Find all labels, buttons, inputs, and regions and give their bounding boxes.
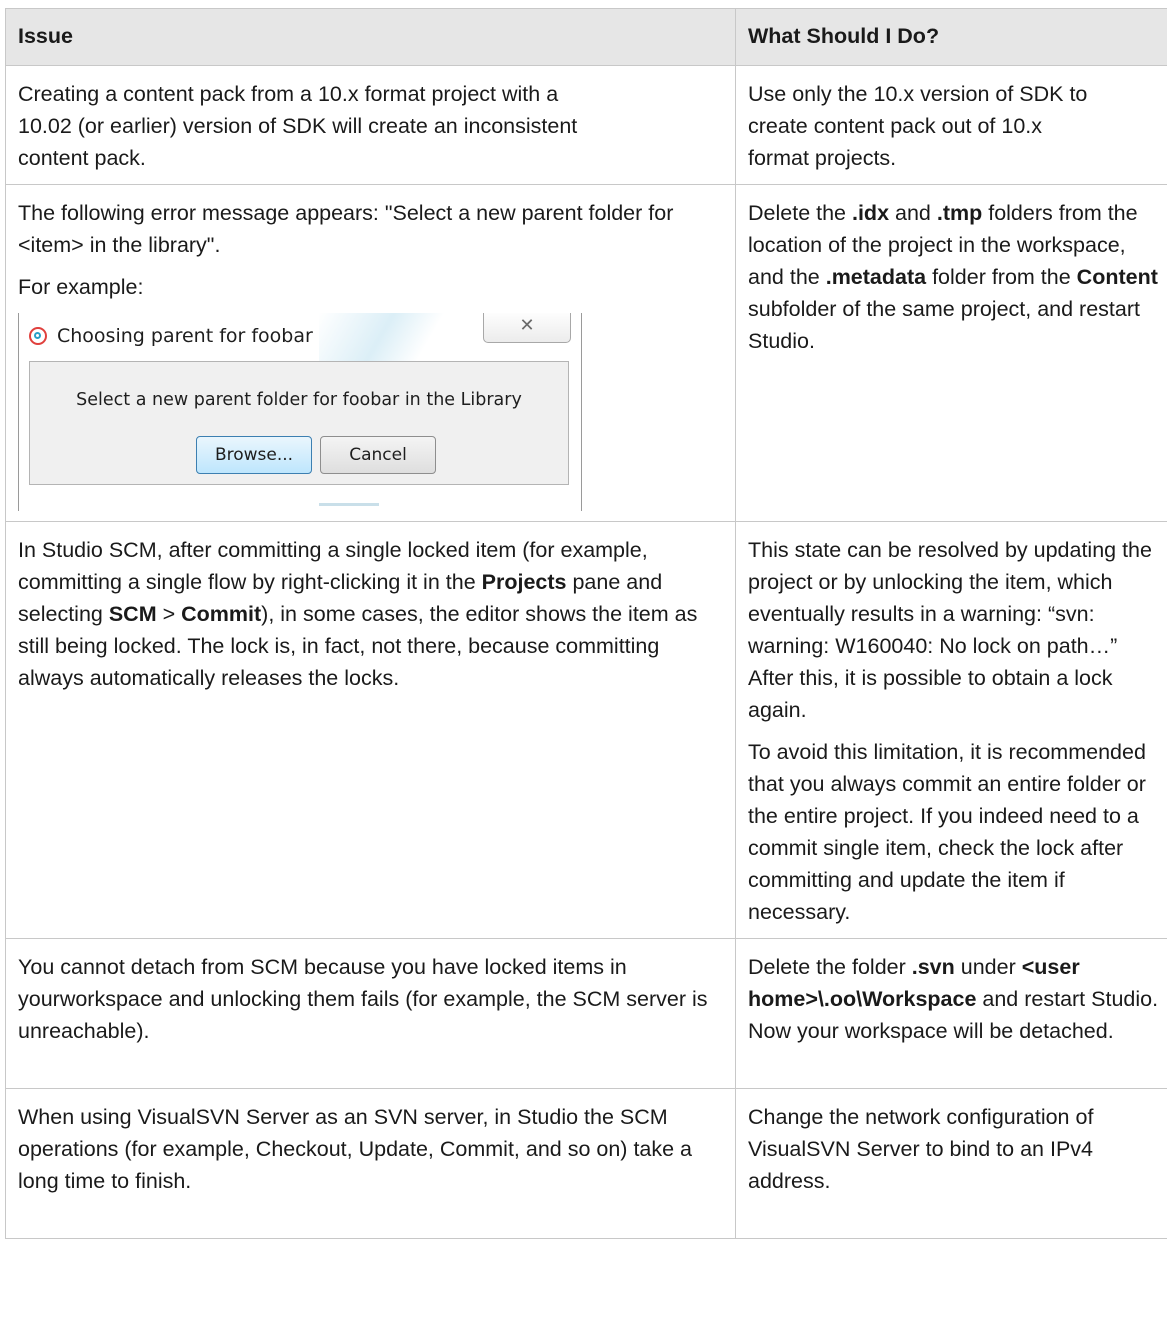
table-row: In Studio SCM, after committing a single…	[5, 521, 1167, 939]
action-cell: Use only the 10.x version of SDK to crea…	[735, 65, 1167, 185]
dialog-body: Select a new parent folder for foobar in…	[29, 361, 569, 485]
app-logo-icon	[29, 327, 47, 345]
dialog-message: Select a new parent folder for foobar in…	[76, 390, 522, 410]
table-header-row: Issue What Should I Do?	[5, 8, 1167, 66]
table-row: You cannot detach from SCM because you h…	[5, 938, 1167, 1089]
issue-cell: The following error message appears: "Se…	[5, 184, 736, 522]
action-text: and	[889, 201, 937, 225]
example-label: For example:	[18, 275, 144, 299]
action-text: under	[954, 955, 1022, 979]
action-text: subfolder of the same project, and resta…	[748, 297, 1140, 353]
header-what-should-i-do: What Should I Do?	[735, 8, 1167, 66]
action-cell: This state can be resolved by updating t…	[735, 521, 1167, 939]
issue-cell: When using VisualSVN Server as an SVN se…	[5, 1088, 736, 1239]
action-cell: Change the network configuration of Visu…	[735, 1088, 1167, 1239]
action-bold-text: Content	[1076, 265, 1158, 289]
issue-text: >	[156, 602, 182, 626]
action-cell: Delete the .idx and .tmp folders from th…	[735, 184, 1167, 522]
browse-button[interactable]: Browse...	[196, 436, 312, 474]
issue-bold-text: Projects	[481, 570, 567, 594]
close-icon: ✕	[519, 315, 535, 336]
cancel-button[interactable]: Cancel	[320, 436, 436, 474]
action-paragraph: This state can be resolved by updating t…	[748, 538, 1152, 722]
issue-cell: Creating a content pack from a 10.x form…	[5, 65, 736, 185]
issue-text-line: content pack.	[18, 146, 146, 170]
table-row: Creating a content pack from a 10.x form…	[5, 65, 1167, 185]
action-bold-text: .tmp	[936, 201, 983, 225]
table-row: When using VisualSVN Server as an SVN se…	[5, 1088, 1167, 1239]
dialog-close-button[interactable]: ✕	[483, 313, 571, 343]
dialog-screenshot: Choosing parent for foobar ✕ Select a ne…	[18, 313, 582, 511]
header-issue: Issue	[5, 8, 736, 66]
action-bold-text: .svn	[911, 955, 955, 979]
issue-cell: In Studio SCM, after committing a single…	[5, 521, 736, 939]
issue-bold-text: Commit	[181, 602, 262, 626]
window-edge-highlight	[319, 503, 379, 506]
dialog-title: Choosing parent for foobar	[57, 325, 313, 347]
issue-cell: You cannot detach from SCM because you h…	[5, 938, 736, 1089]
issue-text-line: 10.02 (or earlier) version of SDK will c…	[18, 114, 578, 138]
action-bold-text: .idx	[851, 201, 890, 225]
table-row: The following error message appears: "Se…	[5, 184, 1167, 522]
action-paragraph: To avoid this limitation, it is recommen…	[748, 740, 1146, 924]
issue-text: When using VisualSVN Server as an SVN se…	[18, 1105, 693, 1193]
action-text: Change the network configuration of Visu…	[748, 1105, 1094, 1193]
dialog-titlebar: Choosing parent for foobar ✕	[19, 313, 581, 361]
action-text: Delete the folder	[748, 955, 912, 979]
action-text: Delete the	[748, 201, 852, 225]
action-text-line: format projects.	[748, 146, 897, 170]
issue-bold-text: SCM	[108, 602, 157, 626]
action-cell: Delete the folder .svn under <user home>…	[735, 938, 1167, 1089]
troubleshooting-table: Issue What Should I Do? Creating a conte…	[5, 8, 1167, 1239]
issue-text: You cannot detach from SCM because you h…	[18, 955, 708, 1043]
issue-text-line: Creating a content pack from a 10.x form…	[18, 82, 559, 106]
action-text: folder from the	[926, 265, 1077, 289]
action-text-line: create content pack out of 10.x	[748, 114, 1043, 138]
action-bold-text: .metadata	[825, 265, 927, 289]
issue-text: The following error message appears: "Se…	[18, 201, 674, 257]
action-text-line: Use only the 10.x version of SDK to	[748, 82, 1088, 106]
titlebar-glow	[319, 313, 459, 361]
